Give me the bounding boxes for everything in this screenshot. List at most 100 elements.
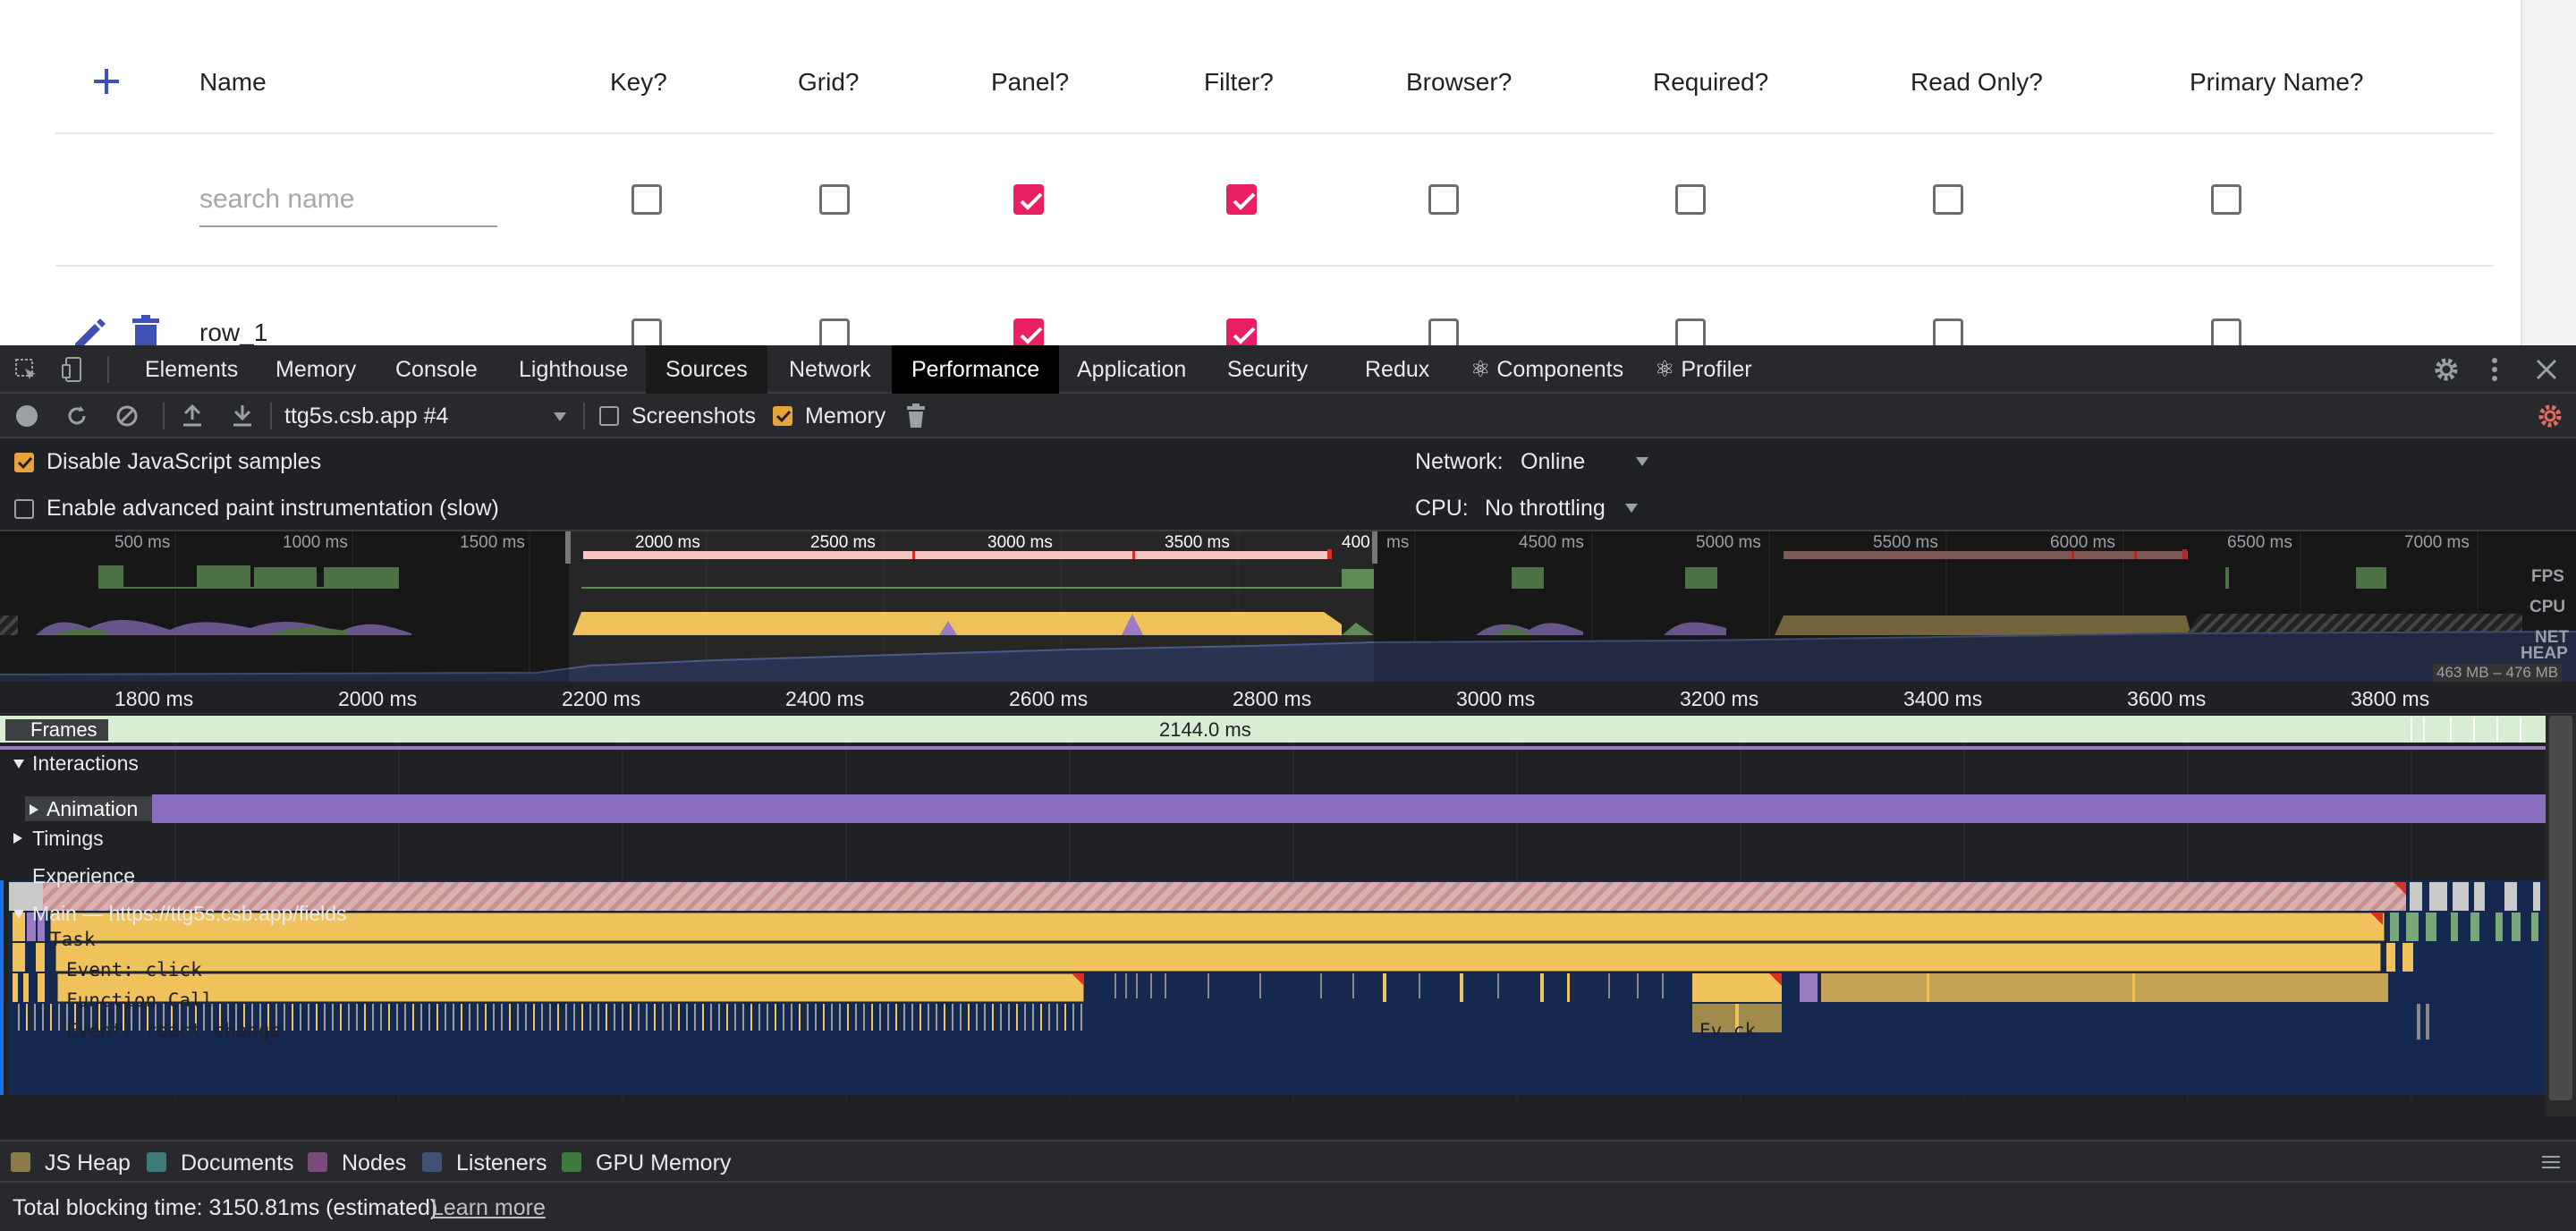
filter-browser-checkbox[interactable] xyxy=(1428,184,1459,215)
expanded-triangle-icon xyxy=(13,760,24,768)
tab-sources[interactable]: Sources xyxy=(646,345,767,394)
capture-settings-icon[interactable] xyxy=(2537,403,2563,429)
tab-application[interactable]: Application xyxy=(1057,345,1206,394)
search-name-input[interactable]: search name xyxy=(199,179,497,227)
flame-tick xyxy=(952,1004,953,1031)
nodes-checkbox[interactable] xyxy=(308,1152,327,1172)
tab-console[interactable]: Console xyxy=(376,345,497,394)
filter-key-checkbox[interactable] xyxy=(631,184,662,215)
total-blocking-time: Total blocking time: 3150.81ms (estimate… xyxy=(13,1195,438,1220)
flame-tick xyxy=(911,1004,913,1031)
tab-components[interactable]: ⚛ Components xyxy=(1451,345,1643,394)
advanced-paint-checkbox[interactable] xyxy=(14,499,34,519)
flame-tick xyxy=(1056,1004,1058,1031)
event-react-change-block[interactable]: Event: react-change xyxy=(66,1020,281,1041)
row1-primary-name-checkbox[interactable] xyxy=(2211,318,2241,345)
record-icon[interactable] xyxy=(16,405,38,427)
close-devtools-icon[interactable] xyxy=(2535,358,2558,381)
delete-row-button[interactable] xyxy=(131,315,161,345)
cpu-label: CPU: xyxy=(1415,496,1469,521)
tab-performance[interactable]: Performance xyxy=(892,345,1060,394)
flame-tick xyxy=(597,1004,599,1031)
row1-key-checkbox[interactable] xyxy=(631,318,662,345)
filter-read-only-checkbox[interactable] xyxy=(1933,184,1963,215)
row1-filter-checkbox[interactable] xyxy=(1226,318,1257,345)
row1-grid-checkbox[interactable] xyxy=(819,318,850,345)
learn-more-link[interactable]: Learn more xyxy=(431,1195,546,1221)
screenshots-checkbox[interactable] xyxy=(599,406,619,426)
filter-divider xyxy=(55,265,2494,267)
flame-tick xyxy=(750,1004,752,1031)
flame-tick xyxy=(662,1004,664,1031)
row1-required-checkbox[interactable] xyxy=(1675,318,1706,345)
tab-elements[interactable]: Elements xyxy=(125,345,258,394)
drag-handle-icon[interactable] xyxy=(2542,1156,2560,1168)
reload-record-icon[interactable] xyxy=(64,403,89,429)
tab-redux[interactable]: Redux xyxy=(1345,345,1449,394)
event-short-block[interactable]: Ev…ck xyxy=(1699,1020,1756,1041)
check-icon xyxy=(1020,327,1043,344)
documents-checkbox[interactable] xyxy=(147,1152,166,1172)
filter-required-checkbox[interactable] xyxy=(1675,184,1706,215)
experience-label: Experience xyxy=(32,864,136,887)
filter-panel-checkbox[interactable] xyxy=(1013,184,1044,215)
edit-row-button[interactable] xyxy=(70,315,109,345)
tab-network[interactable]: Network xyxy=(769,345,891,394)
flame-tick xyxy=(807,1004,809,1031)
frames-track-label[interactable]: Frames xyxy=(5,719,108,741)
js-heap-checkbox[interactable] xyxy=(11,1152,30,1172)
filter-grid-checkbox[interactable] xyxy=(819,184,850,215)
disable-js-samples-label: Disable JavaScript samples xyxy=(47,449,322,474)
garbage-collect-icon[interactable] xyxy=(905,403,927,429)
task-block[interactable]: Task xyxy=(50,929,96,950)
overview-tick: 3500 ms xyxy=(1165,533,1230,552)
network-label: Network: xyxy=(1415,449,1504,474)
heap-range: 463 MB – 476 MB xyxy=(2433,664,2563,682)
flame-tick xyxy=(968,1004,970,1031)
pencil-icon xyxy=(75,318,106,345)
row1-browser-checkbox[interactable] xyxy=(1428,318,1459,345)
gpu-memory-checkbox[interactable] xyxy=(562,1152,581,1172)
flame-tick xyxy=(26,1004,28,1031)
flame-tick xyxy=(50,1004,52,1031)
profile-select[interactable]: ttg5s.csb.app #4 xyxy=(284,394,571,438)
settings-gear-icon[interactable] xyxy=(2433,356,2460,383)
animation-track-header[interactable]: Animation xyxy=(25,796,152,821)
ruler-tick: 1800 ms xyxy=(114,687,194,710)
filter-primary-name-checkbox[interactable] xyxy=(2211,184,2241,215)
flame-tick xyxy=(791,1004,792,1031)
app-scrollbar[interactable] xyxy=(2521,0,2576,345)
tab-security[interactable]: Security xyxy=(1208,345,1327,394)
add-field-button[interactable] xyxy=(91,66,122,97)
disable-js-samples-checkbox[interactable] xyxy=(14,453,34,472)
function-call-block[interactable]: Function Call xyxy=(66,989,213,1011)
inspect-element-icon[interactable] xyxy=(14,358,39,383)
clear-icon[interactable] xyxy=(114,403,140,429)
flame-tick xyxy=(1040,1004,1042,1031)
tab-profiler[interactable]: ⚛ Profiler xyxy=(1635,345,1772,394)
overview-tick: 7000 ms xyxy=(2404,533,2470,552)
event-click-block[interactable]: Event: click xyxy=(66,959,202,981)
load-profile-icon[interactable] xyxy=(181,403,204,429)
listeners-checkbox[interactable] xyxy=(422,1152,442,1172)
overview-tick: 6000 ms xyxy=(2050,533,2115,552)
flame-tick xyxy=(839,1004,841,1031)
flame-chart[interactable]: Frames 2144.0 ms Interactions Animation … xyxy=(0,714,2576,1116)
more-options-icon[interactable] xyxy=(2488,356,2501,383)
flame-tick xyxy=(718,1004,720,1031)
tab-lighthouse[interactable]: Lighthouse xyxy=(499,345,648,394)
device-toolbar-icon[interactable] xyxy=(61,356,88,383)
check-icon xyxy=(17,456,33,470)
filter-filter-checkbox[interactable] xyxy=(1226,184,1257,215)
memory-checkbox[interactable] xyxy=(773,406,792,426)
timeline-overview[interactable]: 500 ms 1000 ms 1500 ms 2000 ms 2500 ms 3… xyxy=(0,531,2576,682)
tab-memory[interactable]: Memory xyxy=(256,345,376,394)
flame-tick xyxy=(453,1004,454,1031)
header-filter: Filter? xyxy=(1204,68,1274,96)
row1-read-only-checkbox[interactable] xyxy=(1933,318,1963,345)
cpu-throttle-select[interactable]: No throttling xyxy=(1485,496,1642,522)
flame-tick xyxy=(775,1004,776,1031)
network-throttle-select[interactable]: Online xyxy=(1521,449,1653,475)
row1-panel-checkbox[interactable] xyxy=(1013,318,1044,345)
save-profile-icon[interactable] xyxy=(231,403,254,429)
